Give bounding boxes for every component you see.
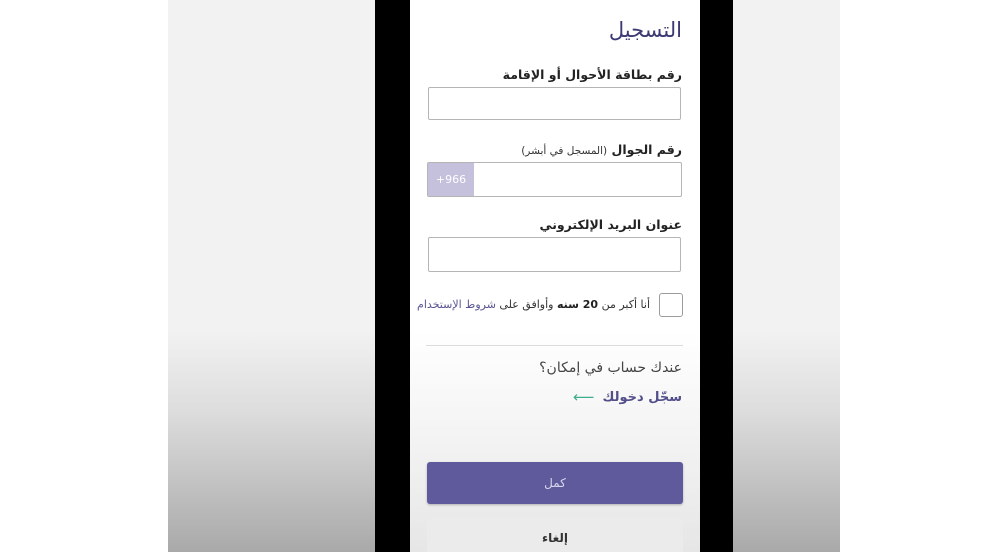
age-terms-checkbox[interactable] — [659, 293, 683, 317]
mobile-label-text: رقم الجوال — [611, 142, 683, 157]
video-background-right — [733, 0, 840, 552]
video-background-left — [168, 0, 375, 552]
email-input[interactable] — [429, 238, 684, 273]
id-number-label: رقم بطاقة الأحوال أو الإقامة — [502, 67, 682, 82]
id-number-field[interactable] — [428, 87, 684, 121]
agree-prefix: أنا أكبر من — [598, 298, 650, 311]
login-link-label: سجّل دخولك — [602, 389, 682, 405]
age-terms-text: أنا أكبر من 20 سنه وأوافق على شروط الإست… — [417, 298, 650, 311]
agree-middle: وأوافق على — [495, 298, 557, 311]
cancel-button[interactable]: إلغاء — [427, 518, 683, 552]
mobile-field[interactable]: +966 — [427, 162, 682, 198]
agree-age: 20 سنه — [556, 298, 599, 311]
country-code-prefix: +966 — [428, 163, 474, 196]
terms-of-use-link[interactable]: شروط الإستخدام — [417, 298, 496, 311]
mobile-sublabel: (المسجل في أبشر) — [521, 145, 608, 157]
section-divider — [426, 345, 683, 346]
have-account-question: عندك حساب في إمكان؟ — [539, 360, 682, 376]
registration-screen: التسجيل رقم بطاقة الأحوال أو الإقامة رقم… — [410, 0, 700, 552]
id-number-input[interactable] — [429, 88, 684, 121]
arrow-left-icon: ⟵ — [573, 388, 595, 406]
email-label: عنوان البريد الإلكتروني — [539, 217, 682, 232]
continue-button[interactable]: كمل — [427, 462, 683, 504]
login-link[interactable]: سجّل دخولك ⟵ — [573, 388, 682, 406]
mobile-input[interactable] — [474, 163, 681, 198]
mobile-label: رقم الجوال (المسجل في أبشر) — [521, 142, 682, 157]
page-title: التسجيل — [608, 18, 682, 42]
email-field[interactable] — [428, 237, 684, 273]
